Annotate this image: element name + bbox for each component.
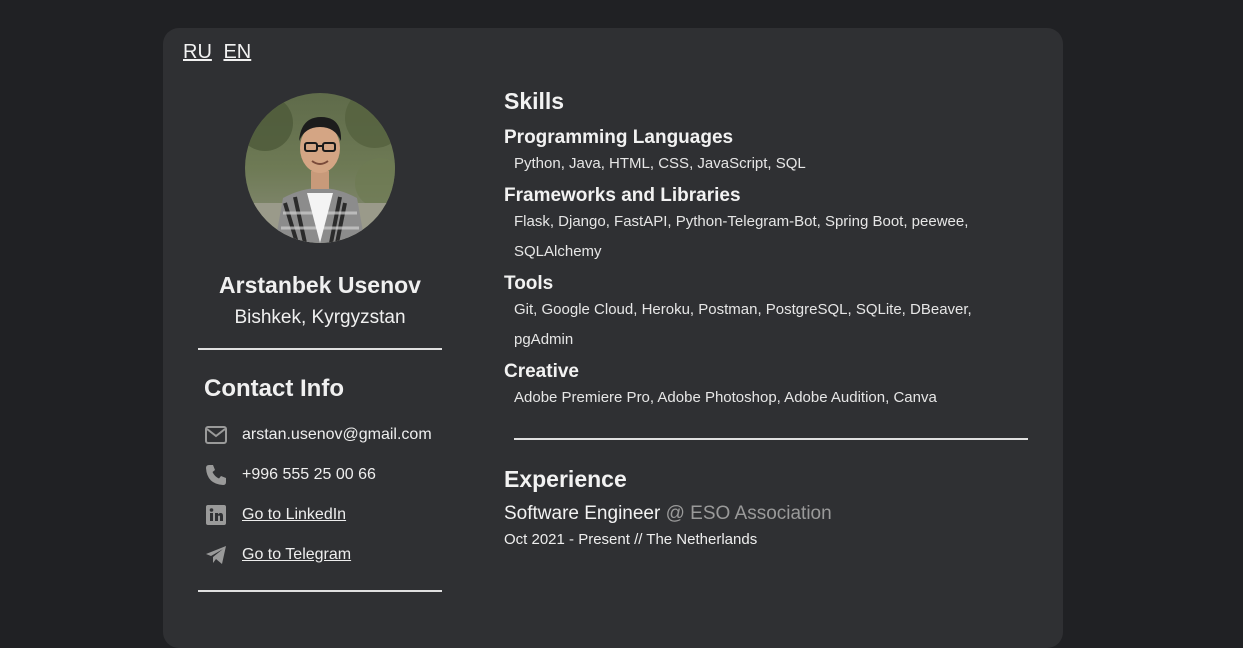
left-divider-bottom <box>198 590 442 592</box>
email-text: arstan.usenov@gmail.com <box>242 426 432 443</box>
telegram-link[interactable]: Go to Telegram <box>242 546 351 564</box>
job-title: Software Engineer @ ESO Association <box>504 503 1034 525</box>
skills-heading: Skills <box>504 88 565 114</box>
contact-email: arstan.usenov@gmail.com <box>204 423 432 447</box>
skill-group-title: Programming Languages <box>504 127 734 148</box>
skill-group-text: Git, Google Cloud, Heroku, Postman, Post… <box>514 301 972 348</box>
profile-name: Arstanbek Usenov <box>219 272 421 298</box>
linkedin-link[interactable]: Go to LinkedIn <box>242 506 346 524</box>
skill-group: Frameworks and Libraries Flask, Django, … <box>504 185 1034 267</box>
skill-group-title: Tools <box>504 273 554 294</box>
job-entry: Software Engineer @ ESO Association Oct … <box>504 503 1034 548</box>
right-divider <box>514 438 1028 440</box>
contact-phone: +996 555 25 00 66 <box>204 463 376 487</box>
experience-heading: Experience <box>504 466 627 492</box>
contact-linkedin: Go to LinkedIn <box>204 503 346 527</box>
skill-group-text: Python, Java, HTML, CSS, JavaScript, SQL <box>514 155 806 172</box>
linkedin-icon <box>204 503 228 527</box>
skill-group: Creative Adobe Premiere Pro, Adobe Photo… <box>504 361 1034 413</box>
lang-en-link[interactable]: EN <box>223 41 251 63</box>
lang-ru-link[interactable]: RU <box>183 41 212 63</box>
skill-group-text: Flask, Django, FastAPI, Python-Telegram-… <box>514 213 969 260</box>
phone-icon <box>204 463 228 487</box>
skill-group: Programming Languages Python, Java, HTML… <box>504 127 1034 179</box>
phone-text: +996 555 25 00 66 <box>242 466 376 483</box>
job-meta: Oct 2021 - Present // The Netherlands <box>504 531 758 548</box>
avatar <box>245 93 395 243</box>
telegram-icon <box>204 543 228 567</box>
envelope-icon <box>204 423 228 447</box>
right-column: Skills Programming Languages Python, Jav… <box>504 88 1034 548</box>
job-company: @ ESO Association <box>665 503 832 524</box>
skill-group-text: Adobe Premiere Pro, Adobe Photoshop, Ado… <box>514 389 937 406</box>
skill-group-title: Creative <box>504 361 579 382</box>
left-divider-top <box>198 348 442 350</box>
skill-group-title: Frameworks and Libraries <box>504 185 741 206</box>
resume-card: RU EN Arstanbek Usenov Bishkek, Kyrgyzst… <box>163 28 1063 648</box>
contact-heading: Contact Info <box>204 375 344 402</box>
skill-group: Tools Git, Google Cloud, Heroku, Postman… <box>504 273 1034 355</box>
profile-location: Bishkek, Kyrgyzstan <box>234 307 406 328</box>
job-role: Software Engineer <box>504 503 661 524</box>
language-switcher: RU EN <box>183 41 257 64</box>
contact-telegram: Go to Telegram <box>204 543 351 567</box>
